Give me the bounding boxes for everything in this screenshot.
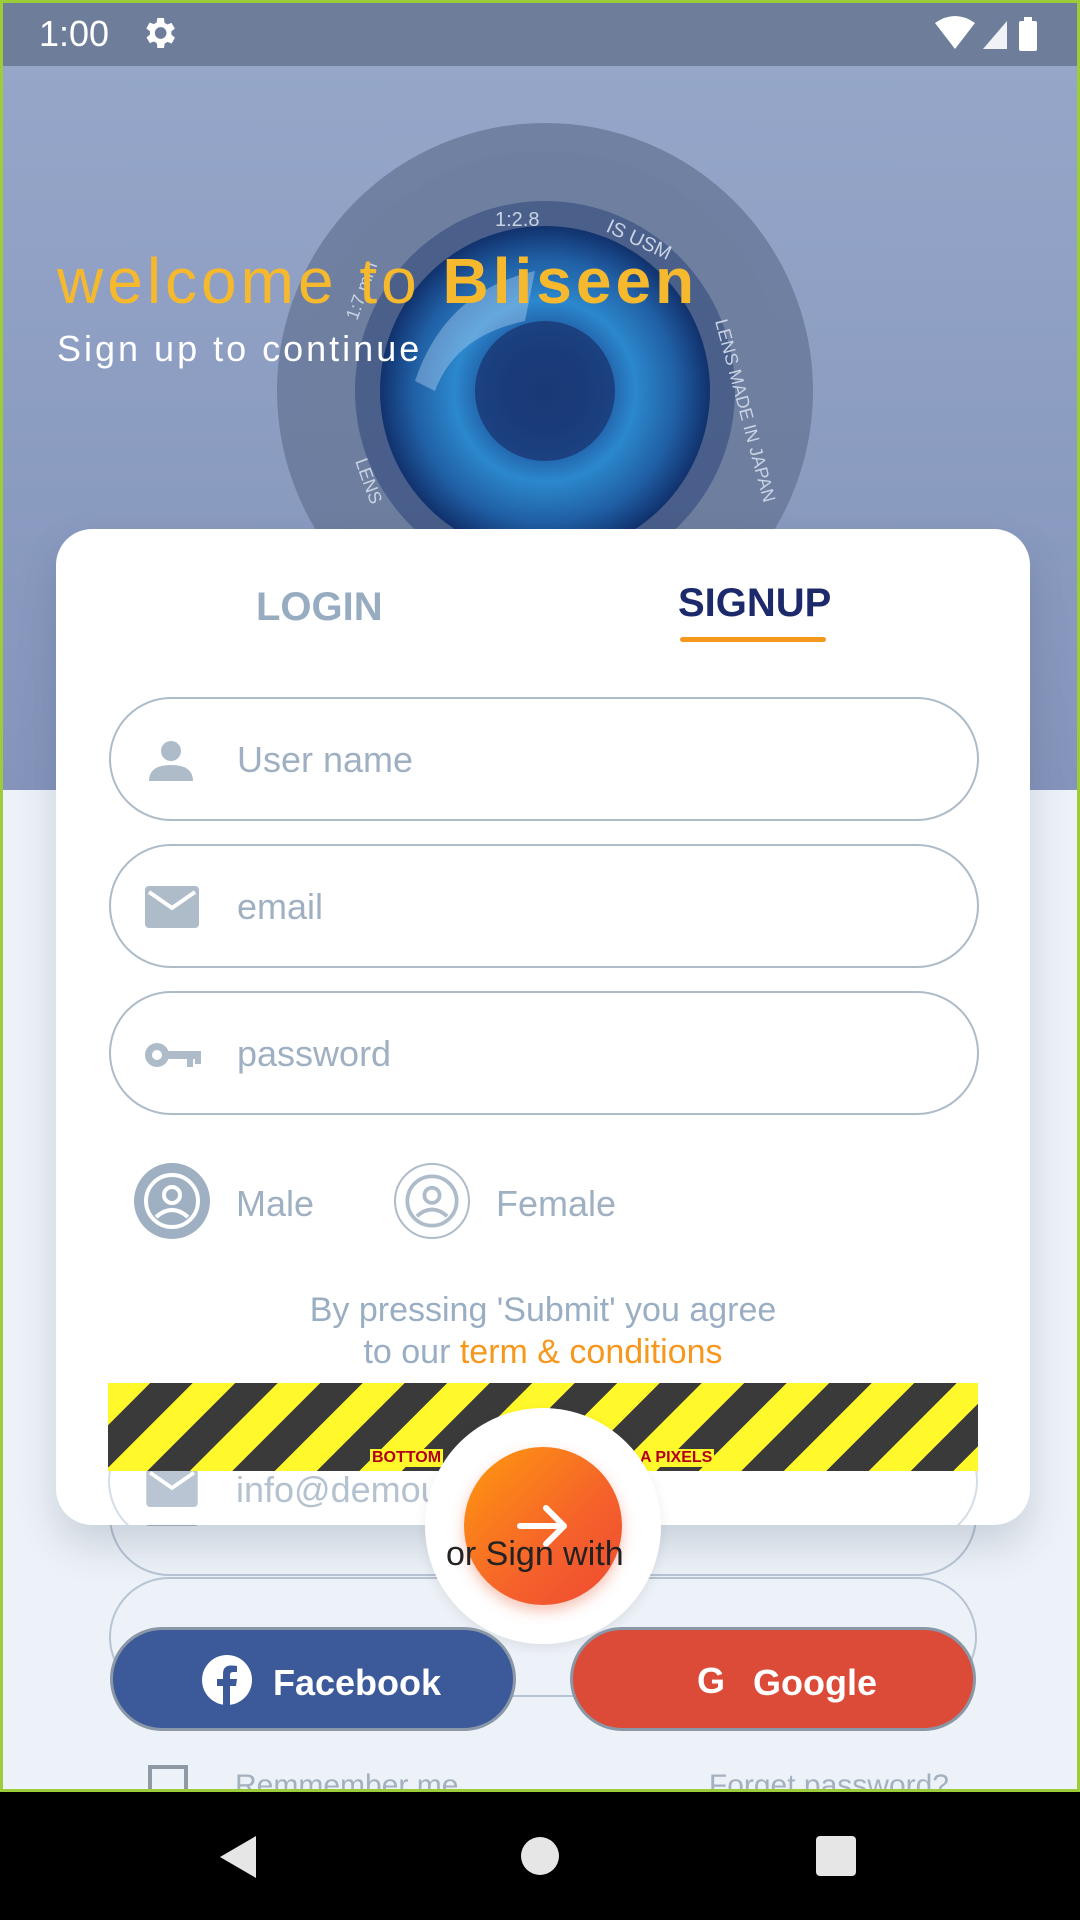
terms-line-1: By pressing 'Submit' you agree (309, 1291, 777, 1329)
overflow-warning-text-right: A PIXELS (638, 1449, 715, 1467)
remember-me-checkbox[interactable] (148, 1765, 188, 1789)
facebook-icon (202, 1655, 252, 1705)
person-circle-icon (144, 1173, 200, 1229)
terms-line-2: to our term & conditions (56, 1333, 1030, 1372)
overflow-warning-text-left: BOTTOM (370, 1449, 444, 1467)
home-icon[interactable] (520, 1836, 560, 1876)
username-placeholder: User name (237, 739, 414, 780)
mail-icon (146, 1467, 198, 1507)
terms-conditions-link[interactable]: term & conditions (460, 1333, 723, 1371)
remember-me-label: Remmember me (235, 1769, 459, 1792)
status-time: 1:00 (39, 13, 110, 54)
brand-name: Bliseen (442, 245, 699, 317)
male-radio[interactable] (134, 1163, 210, 1239)
tab-signup[interactable]: SIGNUP (678, 581, 831, 626)
username-input[interactable]: User name (109, 697, 979, 821)
forget-password-link[interactable]: Forget password? (709, 1769, 949, 1789)
overflow-email-value: info@demou (236, 1469, 441, 1510)
facebook-login-button[interactable]: Facebook (110, 1627, 516, 1731)
back-icon[interactable] (216, 1834, 262, 1880)
status-bar: 1:00 (3, 3, 1077, 66)
submit-button[interactable] (464, 1447, 622, 1605)
facebook-label: Facebook (273, 1662, 442, 1703)
recents-icon[interactable] (816, 1836, 856, 1876)
male-label: Male (236, 1183, 315, 1224)
auth-card: LOGIN SIGNUP User name email password Ma… (56, 529, 1030, 1525)
terms-prefix: to our (363, 1333, 460, 1371)
female-label: Female (496, 1183, 617, 1224)
welcome-prefix: welcome to (57, 245, 443, 317)
female-radio[interactable] (394, 1163, 470, 1239)
wifi-signal-battery-icon (935, 16, 1037, 51)
google-login-button[interactable]: G Google (570, 1627, 976, 1731)
person-circle-icon (405, 1174, 459, 1228)
mail-icon (145, 886, 199, 928)
active-tab-indicator (680, 637, 826, 642)
app-screen: 1:00 1:2.8 IS USM LENS MADE IN JAPAN LEN… (0, 0, 1080, 1792)
welcome-subtitle: Sign up to continue (57, 328, 423, 369)
settings-gear-icon (146, 18, 175, 48)
or-sign-with-label: or Sign with (446, 1535, 624, 1573)
password-placeholder: password (237, 1033, 392, 1074)
google-label: Google (753, 1662, 877, 1703)
welcome-title: welcome to Bliseen (57, 244, 698, 318)
password-input[interactable]: password (109, 991, 979, 1115)
email-input[interactable]: email (109, 844, 979, 968)
tab-login[interactable]: LOGIN (256, 585, 383, 630)
google-g-icon: G (697, 1660, 726, 1701)
key-icon (145, 1043, 201, 1067)
system-navigation-bar (0, 1792, 1080, 1920)
lens-label-aperture: 1:2.8 (495, 209, 539, 231)
email-placeholder: email (237, 886, 324, 927)
person-icon (149, 741, 193, 781)
